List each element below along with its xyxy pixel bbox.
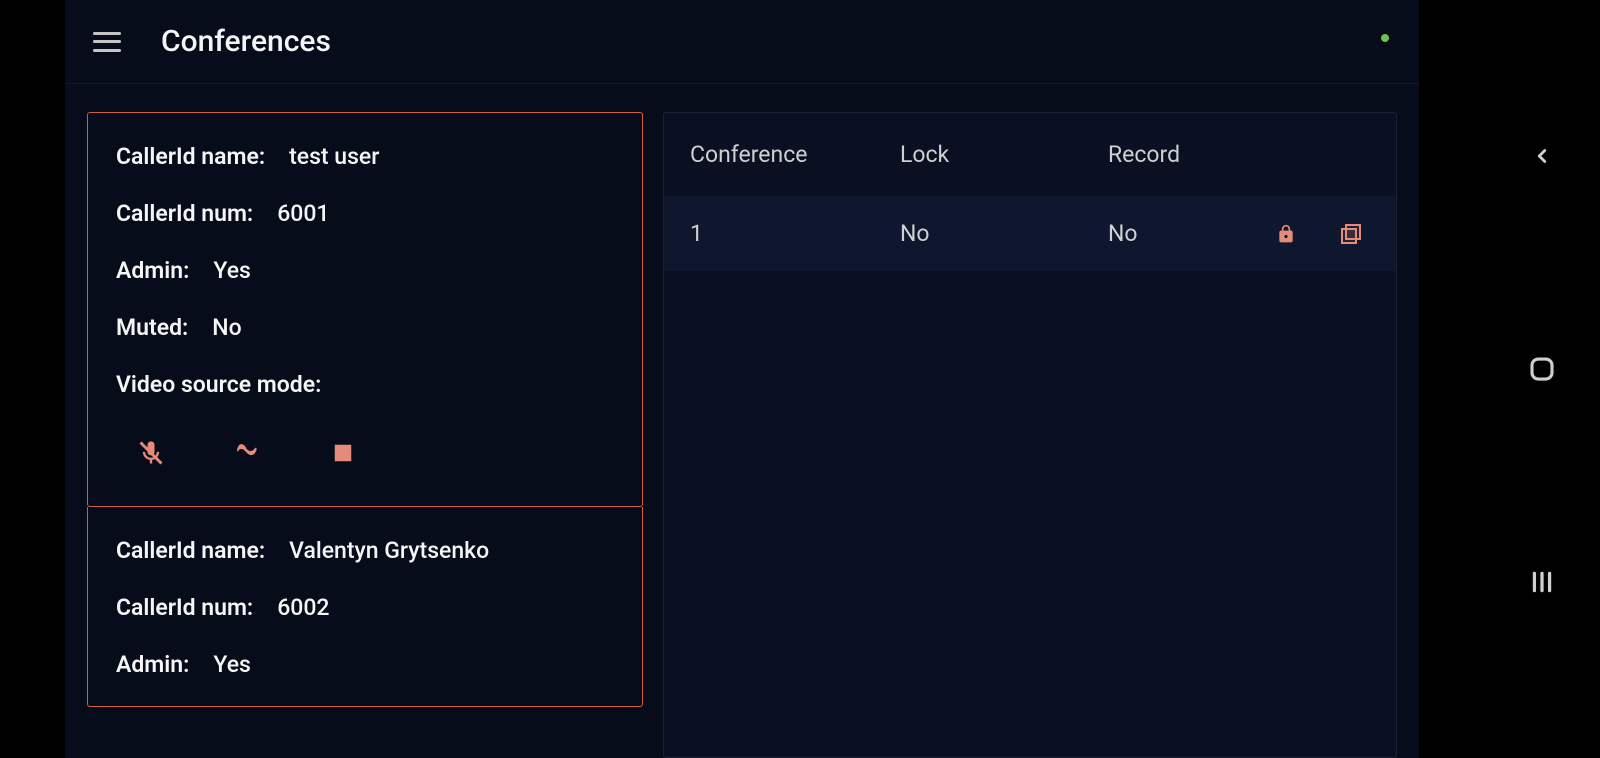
callerid-num-value: 6002: [277, 594, 329, 621]
participant-actions: [116, 438, 614, 478]
muted-value: No: [212, 314, 241, 341]
callerid-name-value: Valentyn Grytsenko: [289, 537, 489, 564]
callerid-name-value: test user: [289, 143, 379, 170]
windows-icon[interactable]: [1338, 222, 1362, 246]
participant-card[interactable]: CallerId name: test user CallerId num: 6…: [87, 112, 643, 507]
cell-record: No: [1108, 220, 1240, 247]
callerid-name-label: CallerId name:: [116, 537, 265, 564]
callerid-num-row: CallerId num: 6001: [116, 200, 614, 227]
cell-conference: 1: [690, 220, 900, 247]
admin-value: Yes: [213, 257, 250, 284]
table-header: Conference Lock Record: [664, 113, 1396, 196]
header: Conferences: [65, 0, 1419, 84]
stop-icon[interactable]: [328, 438, 358, 468]
admin-label: Admin:: [116, 257, 189, 284]
video-icon[interactable]: [232, 438, 262, 468]
muted-label: Muted:: [116, 314, 188, 341]
status-indicator-dot: [1381, 34, 1389, 42]
participants-panel: CallerId name: test user CallerId num: 6…: [87, 112, 643, 758]
admin-row: Admin: Yes: [116, 651, 614, 678]
body-area: CallerId name: test user CallerId num: 6…: [65, 84, 1419, 758]
mute-toggle-icon[interactable]: [136, 438, 166, 468]
table-row[interactable]: 1 No No: [664, 196, 1396, 271]
conferences-table: Conference Lock Record 1 No No: [663, 112, 1397, 758]
lock-icon[interactable]: [1276, 222, 1300, 246]
callerid-name-label: CallerId name:: [116, 143, 265, 170]
menu-icon[interactable]: [93, 32, 121, 52]
muted-row: Muted: No: [116, 314, 614, 341]
recents-icon[interactable]: [1526, 566, 1558, 598]
page-title: Conferences: [161, 24, 331, 59]
column-lock-header: Lock: [900, 141, 1108, 168]
admin-row: Admin: Yes: [116, 257, 614, 284]
callerid-name-row: CallerId name: Valentyn Grytsenko: [116, 537, 614, 564]
video-source-mode-row: Video source mode:: [116, 371, 614, 398]
column-conference-header: Conference: [690, 141, 900, 168]
column-record-header: Record: [1108, 141, 1240, 168]
callerid-name-row: CallerId name: test user: [116, 143, 614, 170]
system-nav-bar: [1484, 0, 1600, 758]
admin-value: Yes: [213, 651, 250, 678]
home-icon[interactable]: [1526, 353, 1558, 385]
cell-lock: No: [900, 220, 1108, 247]
video-source-mode-label: Video source mode:: [116, 371, 321, 398]
callerid-num-label: CallerId num:: [116, 200, 253, 227]
callerid-num-label: CallerId num:: [116, 594, 253, 621]
back-icon[interactable]: [1526, 140, 1558, 172]
callerid-num-row: CallerId num: 6002: [116, 594, 614, 621]
callerid-num-value: 6001: [277, 200, 329, 227]
participant-card[interactable]: CallerId name: Valentyn Grytsenko Caller…: [87, 507, 643, 707]
admin-label: Admin:: [116, 651, 189, 678]
